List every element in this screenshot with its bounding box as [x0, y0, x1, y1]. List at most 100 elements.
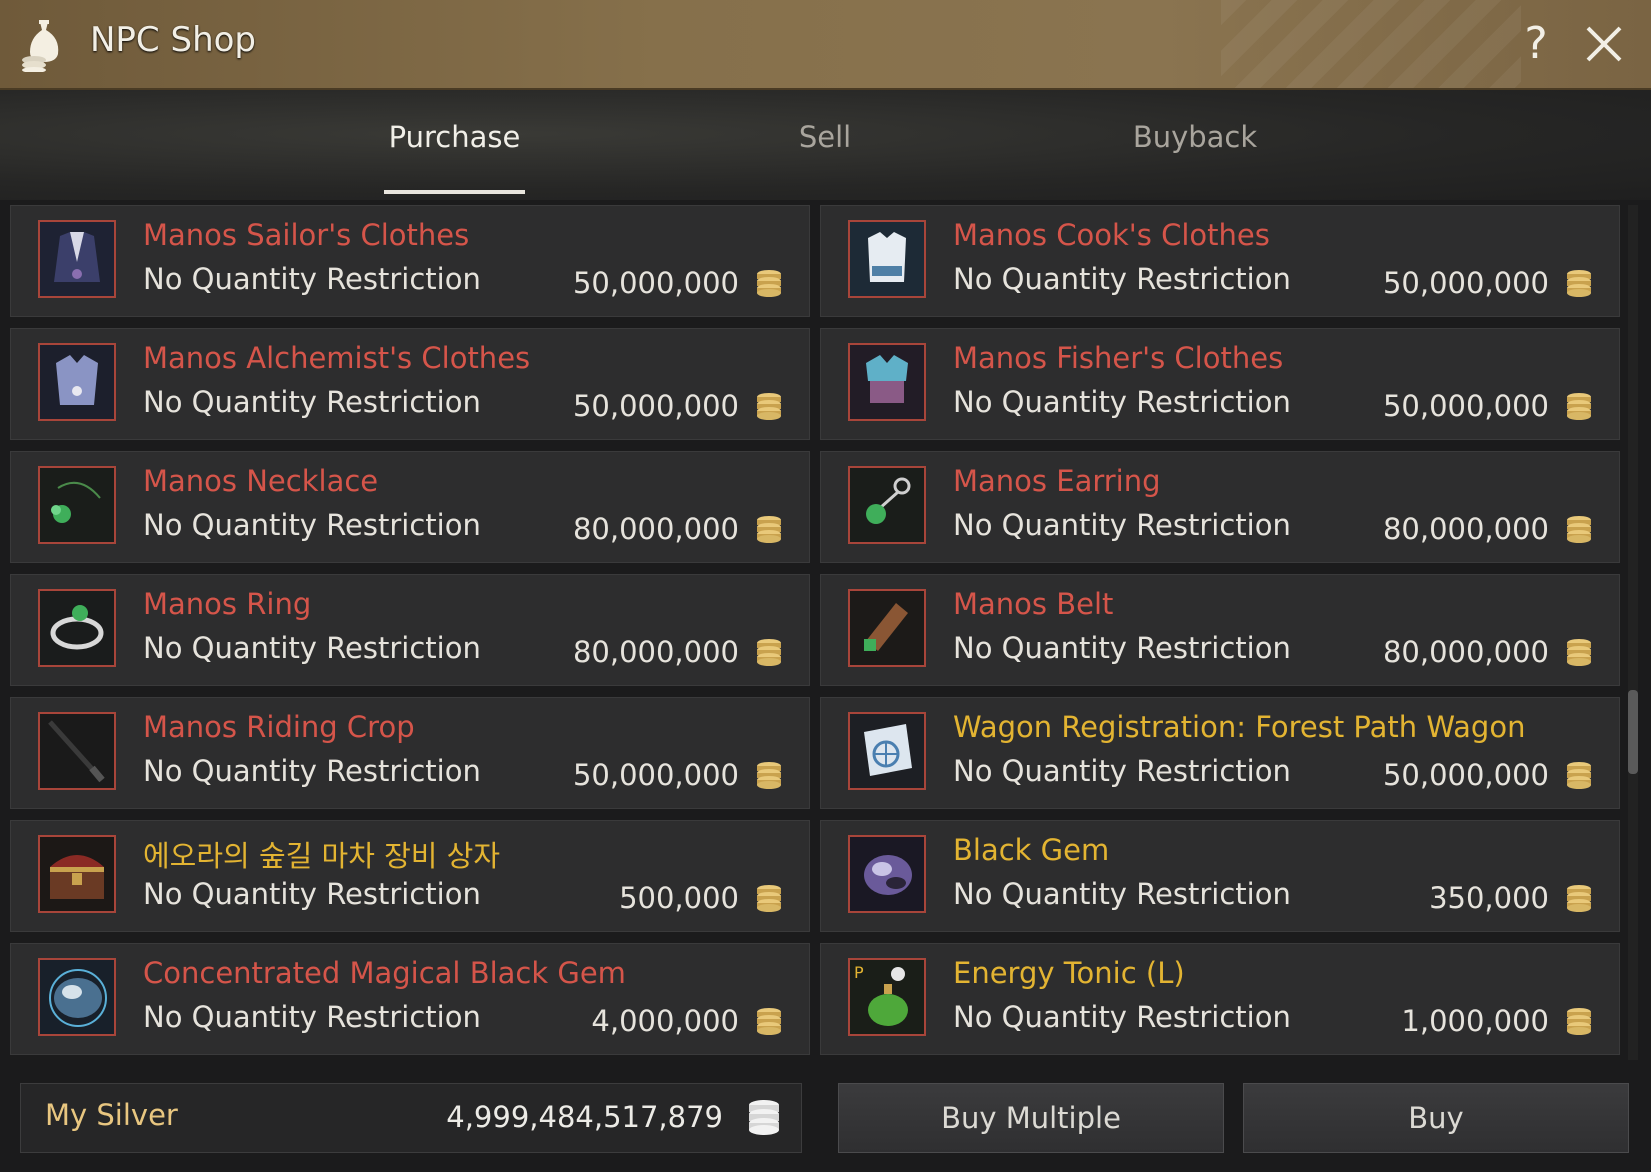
item-name: Manos Sailor's Clothes — [143, 218, 470, 252]
list-item[interactable]: Manos Cook's Clothes No Quantity Restric… — [820, 205, 1620, 317]
silver-coin-icon — [757, 1008, 781, 1035]
fisher-clothes-icon — [848, 343, 926, 421]
silver-coin-icon — [757, 393, 781, 420]
active-tab-indicator — [384, 190, 525, 194]
item-name: Manos Ring — [143, 587, 312, 621]
item-name: Concentrated Magical Black Gem — [143, 956, 626, 990]
item-name: Manos Belt — [953, 587, 1114, 621]
item-price: 4,000,000 — [591, 1004, 739, 1038]
item-price: 50,000,000 — [1382, 758, 1549, 792]
list-item[interactable]: Manos Alchemist's Clothes No Quantity Re… — [10, 328, 810, 440]
scrollbar-thumb[interactable] — [1628, 690, 1638, 774]
buy-multiple-button[interactable]: Buy Multiple — [838, 1083, 1224, 1153]
item-restriction: No Quantity Restriction — [953, 631, 1291, 665]
cook-clothes-icon — [848, 220, 926, 298]
silver-coin-icon — [757, 639, 781, 666]
silver-coin-icon — [1567, 393, 1591, 420]
item-restriction: No Quantity Restriction — [953, 1000, 1291, 1034]
item-name: Wagon Registration: Forest Path Wagon — [953, 710, 1526, 744]
item-restriction: No Quantity Restriction — [143, 877, 481, 911]
silver-coin-icon — [757, 270, 781, 297]
item-price: 350,000 — [1429, 881, 1549, 915]
item-restriction: No Quantity Restriction — [953, 385, 1291, 419]
list-item[interactable]: Manos Riding Crop No Quantity Restrictio… — [10, 697, 810, 809]
my-silver-label: My Silver — [45, 1098, 178, 1132]
item-name: Manos Earring — [953, 464, 1161, 498]
item-restriction: No Quantity Restriction — [953, 262, 1291, 296]
silver-coin-icon — [1567, 639, 1591, 666]
silver-coin-icon — [1567, 270, 1591, 297]
belt-icon — [848, 589, 926, 667]
silver-coin-icon — [757, 516, 781, 543]
list-item[interactable]: 에오라의 숲길 마차 장비 상자 No Quantity Restriction… — [10, 820, 810, 932]
npc-shop-window: NPC Shop ? Purchase Sell Buyback Manos S… — [0, 0, 1651, 1172]
silver-coin-icon — [1567, 885, 1591, 912]
svg-text:P: P — [854, 963, 864, 982]
necklace-icon — [38, 466, 116, 544]
my-silver-panel: My Silver 4,999,484,517,879 — [20, 1083, 802, 1153]
list-item[interactable]: Black Gem No Quantity Restriction 350,00… — [820, 820, 1620, 932]
item-restriction: No Quantity Restriction — [143, 1000, 481, 1034]
item-restriction: No Quantity Restriction — [953, 877, 1291, 911]
list-item[interactable]: Manos Belt No Quantity Restriction 80,00… — [820, 574, 1620, 686]
silver-coin-icon — [1567, 516, 1591, 543]
item-price: 1,000,000 — [1401, 1004, 1549, 1038]
list-item[interactable]: Concentrated Magical Black Gem No Quanti… — [10, 943, 810, 1055]
my-silver-value: 4,999,484,517,879 — [446, 1100, 723, 1134]
money-bag-icon — [22, 20, 59, 72]
item-name: Black Gem — [953, 833, 1110, 867]
black-gem-icon — [848, 835, 926, 913]
item-restriction: No Quantity Restriction — [953, 754, 1291, 788]
window-title: NPC Shop — [90, 20, 256, 60]
item-name: Manos Riding Crop — [143, 710, 415, 744]
item-restriction: No Quantity Restriction — [143, 754, 481, 788]
item-name: Manos Necklace — [143, 464, 379, 498]
item-price: 50,000,000 — [572, 758, 739, 792]
item-restriction: No Quantity Restriction — [143, 508, 481, 542]
tab-bar: Purchase Sell Buyback — [0, 90, 1651, 200]
earring-icon — [848, 466, 926, 544]
list-item[interactable]: Wagon Registration: Forest Path Wagon No… — [820, 697, 1620, 809]
list-item[interactable]: P Energy Tonic (L) No Quantity Restricti… — [820, 943, 1620, 1055]
silver-coin-icon — [757, 885, 781, 912]
tab-sell[interactable]: Sell — [770, 120, 880, 170]
ring-icon — [38, 589, 116, 667]
close-icon[interactable] — [1580, 20, 1628, 68]
silver-stack-icon — [749, 1100, 779, 1135]
item-restriction: No Quantity Restriction — [953, 508, 1291, 542]
item-restriction: No Quantity Restriction — [143, 385, 481, 419]
item-name: Energy Tonic (L) — [953, 956, 1185, 990]
treasure-chest-icon — [38, 835, 116, 913]
list-item[interactable]: Manos Earring No Quantity Restriction 80… — [820, 451, 1620, 563]
list-item[interactable]: Manos Fisher's Clothes No Quantity Restr… — [820, 328, 1620, 440]
list-item[interactable]: Manos Sailor's Clothes No Quantity Restr… — [10, 205, 810, 317]
item-price: 80,000,000 — [1382, 512, 1549, 546]
item-price: 80,000,000 — [572, 512, 739, 546]
item-price: 50,000,000 — [572, 389, 739, 423]
tab-purchase[interactable]: Purchase — [384, 120, 525, 170]
silver-coin-icon — [1567, 762, 1591, 789]
item-price: 50,000,000 — [1382, 389, 1549, 423]
item-price: 500,000 — [619, 881, 739, 915]
help-button[interactable]: ? — [1514, 16, 1558, 72]
alchemist-clothes-icon — [38, 343, 116, 421]
item-restriction: No Quantity Restriction — [143, 631, 481, 665]
item-name: Manos Fisher's Clothes — [953, 341, 1284, 375]
energy-tonic-icon: P — [848, 958, 926, 1036]
buy-button[interactable]: Buy — [1243, 1083, 1629, 1153]
item-price: 50,000,000 — [1382, 266, 1549, 300]
item-name: Manos Alchemist's Clothes — [143, 341, 531, 375]
item-price: 80,000,000 — [572, 635, 739, 669]
item-restriction: No Quantity Restriction — [143, 262, 481, 296]
item-price: 80,000,000 — [1382, 635, 1549, 669]
silver-coin-icon — [1567, 1008, 1591, 1035]
list-item[interactable]: Manos Ring No Quantity Restriction 80,00… — [10, 574, 810, 686]
item-list: Manos Sailor's Clothes No Quantity Restr… — [10, 205, 1620, 1060]
list-item[interactable]: Manos Necklace No Quantity Restriction 8… — [10, 451, 810, 563]
riding-crop-icon — [38, 712, 116, 790]
sailor-clothes-icon — [38, 220, 116, 298]
list-scrollbar[interactable] — [1628, 205, 1638, 1060]
tab-buyback[interactable]: Buyback — [1120, 120, 1270, 170]
title-bar[interactable]: NPC Shop ? — [0, 0, 1651, 90]
magical-black-gem-icon — [38, 958, 116, 1036]
